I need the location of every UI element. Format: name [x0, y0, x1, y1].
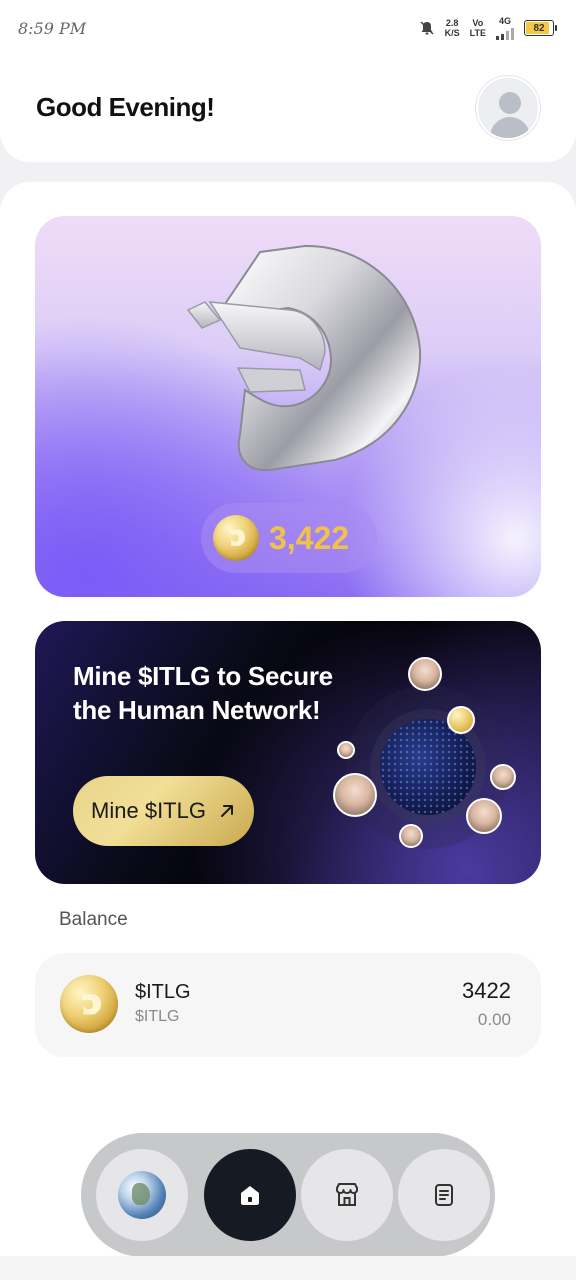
store-icon: [336, 1183, 358, 1206]
avatar-head: [499, 92, 521, 114]
points-value: 3,422: [269, 519, 350, 556]
signal-icon: [496, 26, 514, 40]
token-amount: 3422: [462, 978, 511, 1003]
network-speed: 2.8 K/S: [445, 18, 460, 38]
token-fiat-value: 0.00: [477, 1010, 511, 1029]
greeting: Good Evening!: [36, 92, 215, 122]
main-content: 3,422 Mine $ITLG to Secure the Human Net…: [0, 182, 576, 1280]
status-icons: 2.8 K/S Vo LTE 4G 82: [419, 16, 557, 40]
mine-button-label: Mine $ITLG: [91, 798, 206, 823]
points-pill: 3,422: [201, 503, 377, 573]
bell-muted-icon: [420, 21, 434, 35]
header: Good Evening!: [0, 58, 576, 162]
avatar-body: [490, 117, 530, 138]
network-globe-illustration: [327, 651, 527, 861]
arrow-up-right-icon: [220, 805, 233, 817]
avatar-face: [399, 824, 423, 848]
mine-button[interactable]: Mine $ITLG: [73, 776, 254, 846]
network-type: 4G: [498, 16, 511, 26]
network-speed-value: 2.8: [445, 18, 459, 28]
nav-notebook-button[interactable]: [398, 1149, 490, 1241]
nav-globe-button[interactable]: [96, 1149, 188, 1241]
avatar-face: [466, 798, 502, 834]
status-bar: 8:59 PM 2.8 K/S Vo LTE 4G 82: [0, 0, 576, 58]
status-time: 8:59 PM: [18, 19, 87, 38]
avatar[interactable]: [476, 76, 540, 140]
promo-title: Mine $ITLG to Secure the Human Network!: [73, 661, 333, 725]
itlg-coin-icon: [60, 975, 118, 1033]
nav-home-button[interactable]: [204, 1149, 296, 1241]
mine-promo-card: Mine $ITLG to Secure the Human Network! …: [35, 621, 541, 884]
volte-indicator: Vo LTE: [470, 18, 486, 38]
system-nav-strip: [0, 1256, 576, 1280]
token-symbol: $ITLG: [135, 1008, 180, 1025]
avatar-face: [408, 657, 442, 691]
points-hero-card[interactable]: 3,422: [35, 216, 541, 597]
vo-label: Vo: [472, 18, 484, 28]
balance-label: Balance: [59, 909, 128, 930]
home-icon: [241, 1186, 259, 1205]
lte-label: LTE: [469, 28, 486, 38]
avatar-face: [333, 773, 377, 817]
network-speed-unit: K/S: [444, 28, 460, 38]
cell-signal: 4G: [496, 16, 514, 40]
nav-store-button[interactable]: [301, 1149, 393, 1241]
notebook-icon: [435, 1184, 453, 1206]
itlg-coin-icon: [213, 515, 259, 561]
battery-level: 82: [533, 22, 545, 34]
token-balance-row[interactable]: $ITLG $ITLG 3422 0.00: [35, 953, 541, 1057]
globe-icon: [118, 1171, 166, 1219]
token-name: $ITLG: [135, 981, 191, 1003]
itlg-logo-icon: [186, 244, 422, 472]
bottom-nav: [81, 1133, 495, 1257]
battery-icon: 82: [524, 20, 557, 36]
avatar-face: [490, 764, 516, 790]
itlg-coin-icon: [447, 706, 475, 734]
avatar-face: [337, 741, 355, 759]
